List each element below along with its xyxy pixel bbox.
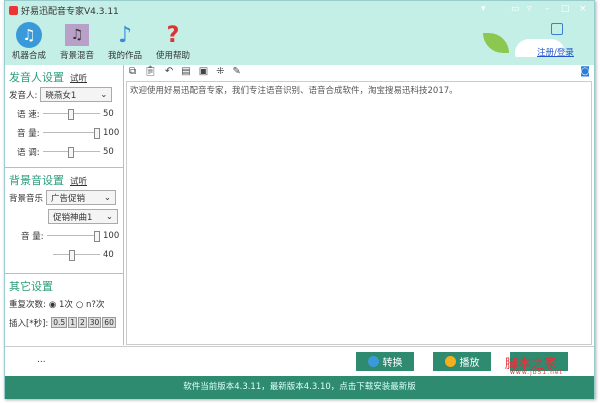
watermark-url: www.jb51.net: [510, 369, 563, 376]
insert-button[interactable]: 0.5: [51, 317, 68, 328]
tab-help[interactable]: ? 使用帮助: [151, 21, 195, 62]
lock-icon: [551, 23, 563, 35]
help-icon: ?: [166, 22, 180, 48]
insert-button[interactable]: 1: [68, 317, 77, 328]
text-editor[interactable]: 欢迎使用好易迅配音专家，我们专注语音识别、语音合成软件，淘宝搜易迅科技2017。: [126, 81, 592, 345]
insert-button[interactable]: 60: [102, 317, 116, 328]
volume-label: 音 量:: [17, 128, 40, 139]
works-icon: ♪: [117, 22, 133, 48]
pitch-value: 50: [103, 146, 114, 157]
editor-text: 欢迎使用好易迅配音专家，我们专注语音识别、语音合成软件，淘宝搜易迅科技2017。: [130, 86, 458, 96]
tab-label: 机器合成: [11, 51, 46, 61]
bgm-settings: 背景音设置 试听 背景音乐 广告促销 ⌄ 促销神曲1 ⌄ 音 量: 100 40: [5, 168, 123, 274]
voice-settings: 发音人设置 试听 发音人: 晓燕女1 ⌄ 语 速: 50 音 量: 100 语 调: 50: [5, 65, 123, 168]
category-value: 广告促销: [51, 193, 86, 204]
speed-value: 50: [103, 108, 114, 119]
bgm-track-select[interactable]: 促销神曲1 ⌄: [48, 209, 118, 224]
speaker-value: 晓燕女1: [45, 90, 77, 101]
volume-slider[interactable]: [42, 127, 100, 139]
insert-label: 插入[*秒]:: [9, 318, 49, 329]
music-note-icon: ♫: [7, 21, 51, 49]
sparkle-icon[interactable]: ⁜: [216, 66, 224, 79]
bgm-second-value: 40: [103, 249, 114, 260]
voice-preview-link[interactable]: 试听: [70, 72, 87, 84]
document-icon[interactable]: ▤: [181, 66, 190, 79]
tab-my-works[interactable]: ♪ 我的作品: [103, 21, 147, 62]
header: 好易迅配音专家V4.3.11 ▾ ▭ ▿ – □ × ♫ 机器合成 ♫ 背景混音 ♪…: [5, 1, 594, 65]
section-title: 背景音设置: [9, 174, 64, 187]
section-title: 其它设置: [9, 280, 53, 293]
save-icon[interactable]: ▣: [199, 66, 208, 79]
music-label: 背景音乐: [9, 193, 44, 204]
camera-icon[interactable]: ◙: [580, 66, 590, 79]
radio-label: n?次: [86, 299, 105, 310]
bgm-volume-label: 音 量:: [21, 231, 44, 242]
menu-button[interactable]: ▿: [527, 4, 532, 14]
repeat-n-radio[interactable]: ○ n?次: [76, 298, 105, 310]
bgm-second-slider[interactable]: [53, 249, 100, 261]
music-note-icon: [367, 356, 379, 367]
button-label: 转换: [382, 358, 403, 369]
play-button[interactable]: 播放: [433, 352, 491, 371]
close-button[interactable]: ×: [579, 4, 587, 14]
settings-panel: 发音人设置 试听 发音人: 晓燕女1 ⌄ 语 速: 50 音 量: 100 语 调: 50 …: [5, 65, 124, 345]
pitch-slider[interactable]: [42, 146, 100, 158]
radio-label: 1次: [59, 299, 73, 310]
play-icon: [444, 356, 456, 367]
feedback-button[interactable]: ▭: [511, 4, 520, 14]
speed-slider[interactable]: [42, 108, 100, 120]
minimize-button[interactable]: –: [545, 4, 550, 14]
tab-background-mix[interactable]: ♫ 背景混音: [55, 21, 99, 61]
tab-machine-synthesis[interactable]: ♫ 机器合成: [7, 21, 51, 61]
speaker-select[interactable]: 晓燕女1 ⌄: [40, 87, 113, 102]
speaker-label: 发音人:: [9, 90, 38, 101]
leaf-decoration-icon: [483, 33, 509, 53]
other-settings: 其它设置 重复次数: ◉ 1次 ○ n?次 插入[*秒]: 0.5 1 2 30 60: [5, 274, 123, 336]
login-link[interactable]: 注册/登录: [537, 46, 574, 58]
bgm-volume-value: 100: [103, 230, 120, 241]
editor-toolbar: ⧉ 📋︎ ↶ ▤ ▣ ⁜ ✎ ◙: [125, 65, 594, 80]
tab-label: 背景混音: [59, 51, 94, 61]
repeat-label: 重复次数:: [9, 299, 46, 310]
maximize-button[interactable]: □: [561, 4, 570, 14]
volume-value: 100: [103, 127, 120, 138]
repeat-once-radio[interactable]: ◉ 1次: [49, 298, 73, 310]
chevron-down-icon: ⌄: [105, 211, 113, 222]
pitch-label: 语 调:: [17, 147, 40, 158]
section-title: 发音人设置: [9, 71, 64, 84]
clear-brush-icon[interactable]: ✎: [233, 66, 241, 79]
chevron-down-icon: ⌄: [100, 89, 108, 100]
status-bar[interactable]: 软件当前版本4.3.11，最新版本4.3.10，点击下载安装最新版: [5, 376, 594, 399]
tab-label: 使用帮助: [155, 51, 190, 61]
chevron-down-icon: ⌄: [103, 192, 112, 203]
app-window: 好易迅配音专家V4.3.11 ▾ ▭ ▿ – □ × ♫ 机器合成 ♫ 背景混音 ♪…: [4, 0, 595, 399]
bgm-preview-link[interactable]: 试听: [70, 175, 87, 187]
update-link[interactable]: 软件当前版本4.3.11，最新版本4.3.10，点击下载安装最新版: [183, 382, 416, 392]
tab-label: 我的作品: [107, 51, 142, 61]
bgm-volume-slider[interactable]: [46, 230, 100, 242]
bgm-category-select[interactable]: 广告促销 ⌄: [46, 190, 117, 205]
skin-button[interactable]: ▾: [481, 4, 486, 14]
action-bar: ... 转换 播放 脚本之家 www.jb51.net: [5, 346, 594, 376]
button-label: 播放: [459, 358, 480, 369]
app-icon: [9, 6, 18, 15]
window-title: 好易迅配音专家V4.3.11: [21, 7, 119, 17]
convert-button[interactable]: 转换: [356, 352, 414, 371]
insert-button[interactable]: 30: [87, 317, 102, 328]
copy-icon[interactable]: ⧉: [129, 66, 136, 79]
title-bar: 好易迅配音专家V4.3.11: [9, 4, 119, 17]
mixer-icon: ♫: [55, 21, 99, 49]
undo-icon[interactable]: ↶: [165, 66, 173, 79]
speed-label: 语 速:: [17, 109, 40, 120]
status-ellipsis: ...: [37, 355, 46, 365]
track-value: 促销神曲1: [53, 212, 93, 223]
insert-button[interactable]: 2: [77, 317, 87, 328]
paste-icon[interactable]: 📋︎: [144, 66, 157, 79]
